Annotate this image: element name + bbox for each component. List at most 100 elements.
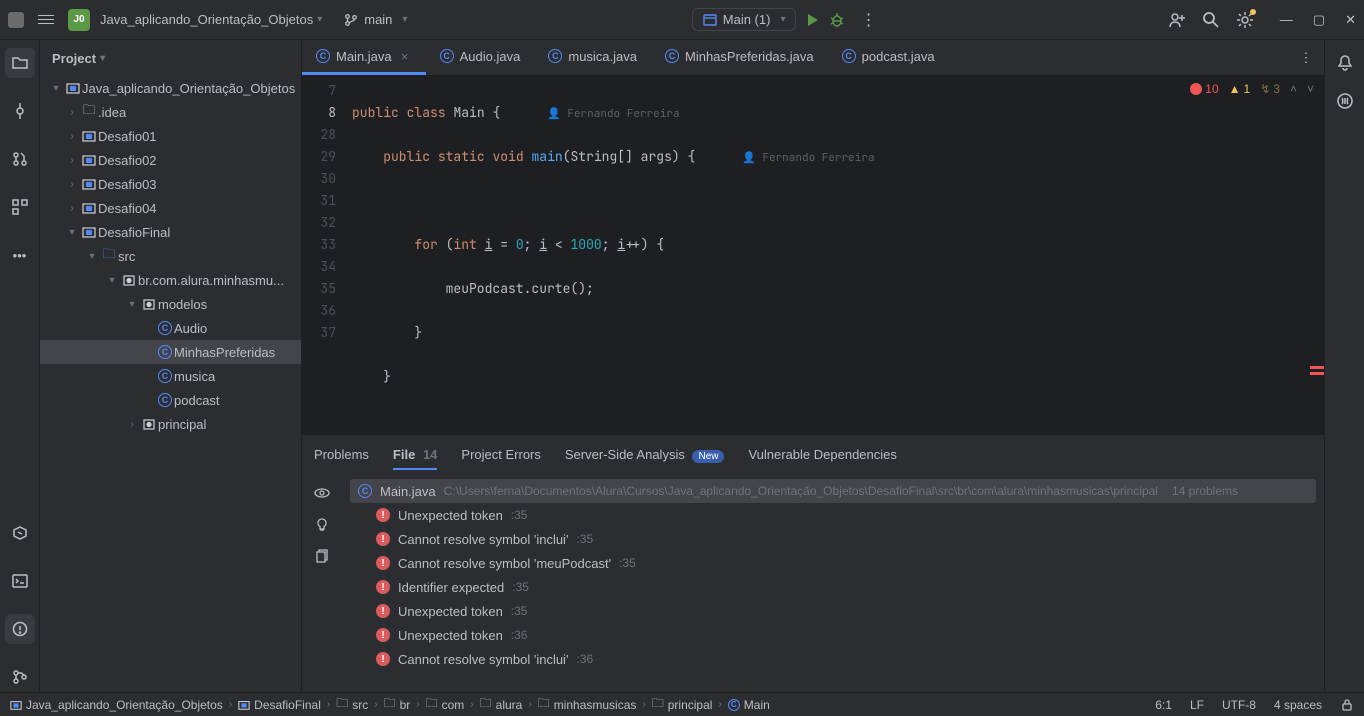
tree-item[interactable]: C musica: [40, 364, 301, 388]
tree-item[interactable]: C podcast: [40, 388, 301, 412]
run-config-selector[interactable]: Main (1) ▾: [692, 8, 797, 31]
minimize-button[interactable]: —: [1280, 12, 1293, 28]
project-tool-button[interactable]: [5, 48, 35, 78]
tree-item-selected[interactable]: C MinhasPreferidas: [40, 340, 301, 364]
notifications-icon[interactable]: [1336, 54, 1354, 72]
main-menu-button[interactable]: [34, 11, 58, 28]
line-number: 32: [302, 212, 352, 234]
breadcrumb-item[interactable]: CMain: [728, 698, 770, 712]
bulb-icon[interactable]: [314, 517, 330, 533]
highlight-icon[interactable]: [314, 485, 330, 501]
breadcrumb-item[interactable]: 🗀src: [336, 694, 368, 715]
tree-label: .idea: [98, 105, 126, 120]
ai-assistant-icon[interactable]: [1336, 92, 1354, 110]
close-button[interactable]: ✕: [1345, 12, 1356, 28]
tree-item[interactable]: › 🗀 .idea: [40, 100, 301, 124]
tree-item[interactable]: › Desafio01: [40, 124, 301, 148]
maximize-button[interactable]: ▢: [1313, 12, 1325, 28]
breadcrumb-item[interactable]: 🗀minhasmusicas: [538, 694, 637, 715]
line-number: 7: [302, 80, 352, 102]
close-tab-button[interactable]: ×: [398, 49, 412, 63]
problem-message: Unexpected token: [398, 604, 503, 619]
tree-item[interactable]: C Audio: [40, 316, 301, 340]
left-tool-stripe: •••: [0, 40, 40, 692]
right-tool-stripe: [1324, 40, 1364, 692]
tree-root[interactable]: ▾ Java_aplicando_Orientação_Objetos: [40, 76, 301, 100]
problem-item[interactable]: !Unexpected token:36: [350, 623, 1316, 647]
editor-tabs: C Main.java × C Audio.java C musica.java…: [302, 40, 1324, 76]
prev-highlight-button[interactable]: ˄: [1290, 82, 1297, 96]
project-tree[interactable]: ▾ Java_aplicando_Orientação_Objetos › 🗀 …: [40, 76, 301, 692]
inspection-widget[interactable]: 10 ▲1 ↯3 ˄ ˅: [1190, 82, 1314, 96]
breadcrumb-item[interactable]: 🗀alura: [480, 694, 523, 715]
search-icon[interactable]: [1202, 11, 1220, 29]
tree-item[interactable]: ▾ modelos: [40, 292, 301, 316]
problems-tool-button[interactable]: [5, 614, 35, 644]
tree-item[interactable]: ▾ br.com.alura.minhasmu...: [40, 268, 301, 292]
server-analysis-tab[interactable]: Server-Side Analysis New: [565, 441, 725, 470]
editor-error-stripe[interactable]: [1310, 76, 1324, 434]
breadcrumb-item[interactable]: 🗀principal: [652, 694, 713, 715]
editor-tabs-more[interactable]: ⋮: [1288, 40, 1324, 75]
tree-item[interactable]: › principal: [40, 412, 301, 436]
project-errors-tab[interactable]: Project Errors: [461, 441, 540, 470]
breadcrumb-item[interactable]: Java_aplicando_Orientação_Objetos: [10, 698, 223, 712]
project-selector[interactable]: Java_aplicando_Orientação_Objetos ▾: [100, 12, 322, 27]
editor-tab[interactable]: C Main.java ×: [302, 40, 426, 75]
editor-content[interactable]: 7 8 28 29 30 31 32 33 34 35 36 37 public…: [302, 76, 1324, 434]
copy-icon[interactable]: [314, 549, 330, 565]
caret-position[interactable]: 6:1: [1155, 698, 1172, 712]
problem-item[interactable]: !Unexpected token:35: [350, 503, 1316, 527]
breadcrumb[interactable]: Java_aplicando_Orientação_Objetos›Desafi…: [10, 694, 770, 715]
structure-tool-button[interactable]: [5, 192, 35, 222]
next-highlight-button[interactable]: ˅: [1307, 82, 1314, 96]
tree-item[interactable]: ▾ DesafioFinal: [40, 220, 301, 244]
settings-icon[interactable]: [1236, 11, 1254, 29]
readonly-toggle[interactable]: [1340, 698, 1354, 712]
tree-item[interactable]: › Desafio03: [40, 172, 301, 196]
tree-item[interactable]: › Desafio02: [40, 148, 301, 172]
code-editor[interactable]: public class Main { 👤 Fernando Ferreira …: [352, 76, 1310, 434]
breadcrumb-item[interactable]: 🗀br: [384, 694, 411, 715]
git-branch-selector[interactable]: main ▾: [344, 12, 407, 27]
problem-item[interactable]: !Cannot resolve symbol 'inclui':35: [350, 527, 1316, 551]
indent-setting[interactable]: 4 spaces: [1274, 698, 1322, 712]
line-separator[interactable]: LF: [1190, 698, 1204, 712]
code-with-me-icon[interactable]: [1168, 11, 1186, 29]
debug-button[interactable]: [828, 11, 846, 29]
problems-file-row[interactable]: C Main.java C:\Users\ferna\Documentos\Al…: [350, 479, 1316, 503]
file-tab[interactable]: File 14: [393, 441, 438, 470]
run-button[interactable]: [804, 12, 820, 28]
services-tool-button[interactable]: [5, 518, 35, 548]
editor-tab[interactable]: C musica.java: [534, 40, 651, 75]
terminal-tool-button[interactable]: [5, 566, 35, 596]
tree-label: Audio: [174, 321, 207, 336]
editor-tab[interactable]: C MinhasPreferidas.java: [651, 40, 828, 75]
tree-label: modelos: [158, 297, 207, 312]
editor-tab[interactable]: C Audio.java: [426, 40, 535, 75]
problem-item[interactable]: !Cannot resolve symbol 'inclui':36: [350, 647, 1316, 671]
breadcrumb-item[interactable]: 🗀com: [426, 694, 465, 715]
vulnerable-deps-tab[interactable]: Vulnerable Dependencies: [748, 441, 896, 470]
problem-line: :35: [512, 580, 529, 594]
file-encoding[interactable]: UTF-8: [1222, 698, 1256, 712]
breadcrumb-item[interactable]: DesafioFinal: [238, 698, 321, 712]
problems-filepath: C:\Users\ferna\Documentos\Alura\Cursos\J…: [444, 484, 1158, 498]
project-panel-header[interactable]: Project ▾: [40, 40, 301, 76]
git-tool-button[interactable]: [5, 662, 35, 692]
commit-tool-button[interactable]: [5, 96, 35, 126]
more-tool-button[interactable]: •••: [5, 240, 35, 270]
problems-list[interactable]: C Main.java C:\Users\ferna\Documentos\Al…: [342, 475, 1324, 692]
tree-item[interactable]: ▾ 🗀 src: [40, 244, 301, 268]
editor-gutter[interactable]: 7 8 28 29 30 31 32 33 34 35 36 37: [302, 76, 352, 434]
error-icon: !: [376, 508, 390, 522]
problem-item[interactable]: !Unexpected token:35: [350, 599, 1316, 623]
problems-tab[interactable]: Problems: [314, 441, 369, 470]
tree-item[interactable]: › Desafio04: [40, 196, 301, 220]
problem-item[interactable]: !Identifier expected:35: [350, 575, 1316, 599]
editor-tab[interactable]: C podcast.java: [828, 40, 949, 75]
problem-item[interactable]: !Cannot resolve symbol 'meuPodcast':35: [350, 551, 1316, 575]
tab-label: musica.java: [568, 49, 637, 64]
more-run-options[interactable]: ⋮: [854, 10, 883, 30]
pull-requests-tool-button[interactable]: [5, 144, 35, 174]
